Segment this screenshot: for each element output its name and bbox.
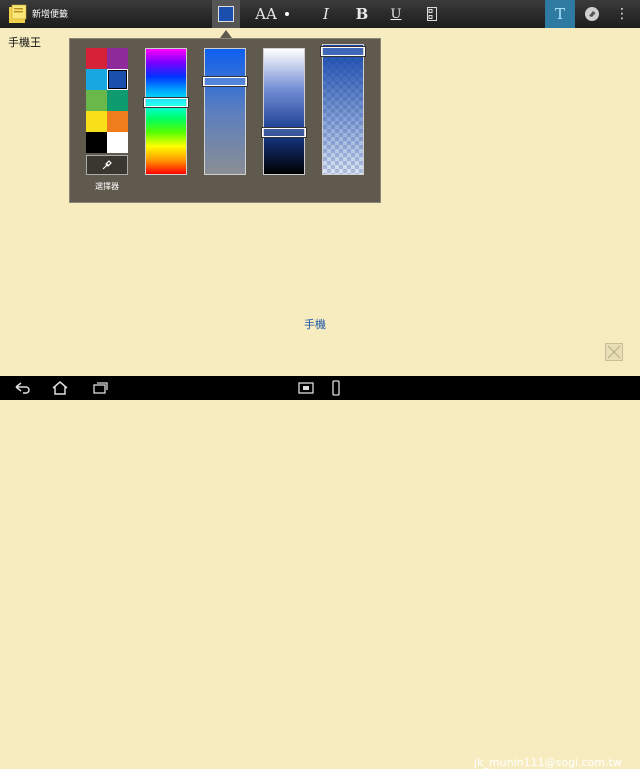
panel-pointer bbox=[220, 30, 232, 38]
hue-slider-handle[interactable] bbox=[143, 97, 189, 108]
color-picker-panel: 選擇器 bbox=[69, 38, 381, 203]
text-mode-button[interactable]: T bbox=[545, 0, 575, 28]
eyedropper-button[interactable] bbox=[86, 155, 128, 175]
checklist-button[interactable] bbox=[422, 0, 442, 28]
watermark: jk_munin111@sogi.com.tw bbox=[474, 756, 622, 769]
text-color-button[interactable] bbox=[212, 0, 240, 28]
bold-button[interactable]: B bbox=[352, 0, 372, 28]
brightness-slider[interactable] bbox=[261, 48, 307, 175]
system-navigation-bar: jk_munin111@sogi.com.tw bbox=[0, 376, 640, 769]
palette-swatch[interactable] bbox=[107, 111, 128, 132]
current-color-swatch bbox=[218, 6, 234, 22]
font-size-button[interactable]: AA bbox=[252, 0, 292, 28]
saturation-slider[interactable] bbox=[202, 48, 248, 175]
overflow-menu-button[interactable]: ⋮ bbox=[614, 0, 630, 28]
sticky-note-app-icon bbox=[9, 4, 27, 23]
device-icon[interactable] bbox=[326, 380, 346, 396]
palette-swatch[interactable] bbox=[86, 90, 107, 111]
opacity-slider[interactable] bbox=[320, 44, 366, 175]
hue-slider[interactable] bbox=[143, 48, 189, 175]
underline-button[interactable]: U bbox=[386, 0, 406, 28]
back-icon[interactable] bbox=[12, 380, 32, 396]
app-title: 新增便籤 bbox=[32, 10, 69, 20]
saturation-slider-handle[interactable] bbox=[202, 76, 248, 87]
page-grid-icon[interactable] bbox=[605, 343, 623, 361]
palette-swatch[interactable] bbox=[107, 90, 128, 111]
palette-swatch[interactable] bbox=[86, 69, 107, 90]
screenshot-icon[interactable] bbox=[296, 380, 316, 396]
palette-swatch[interactable] bbox=[86, 48, 107, 69]
top-action-bar: 新增便籤 AA I B U T ⋮ bbox=[0, 0, 640, 28]
note-text-top[interactable]: 手機王 bbox=[8, 34, 41, 50]
palette-swatch[interactable] bbox=[107, 132, 128, 153]
picker-label: 選擇器 bbox=[95, 182, 119, 191]
palette-swatch[interactable] bbox=[107, 48, 128, 69]
palette-swatch[interactable] bbox=[86, 111, 107, 132]
note-text-center[interactable]: 手機 bbox=[304, 316, 326, 332]
font-size-label: AA bbox=[255, 5, 277, 23]
home-icon[interactable] bbox=[50, 380, 70, 396]
recent-apps-icon[interactable] bbox=[90, 380, 110, 396]
color-palette bbox=[86, 48, 128, 153]
palette-swatch[interactable] bbox=[86, 132, 107, 153]
eyedropper-icon bbox=[102, 160, 112, 170]
size-dot-icon bbox=[284, 12, 289, 16]
palette-swatch[interactable] bbox=[107, 69, 128, 90]
brightness-slider-handle[interactable] bbox=[261, 127, 307, 138]
italic-button[interactable]: I bbox=[316, 0, 336, 28]
opacity-slider-handle[interactable] bbox=[320, 46, 366, 57]
checklist-icon bbox=[427, 7, 437, 21]
eraser-button[interactable] bbox=[581, 0, 603, 28]
eraser-icon bbox=[585, 7, 599, 21]
